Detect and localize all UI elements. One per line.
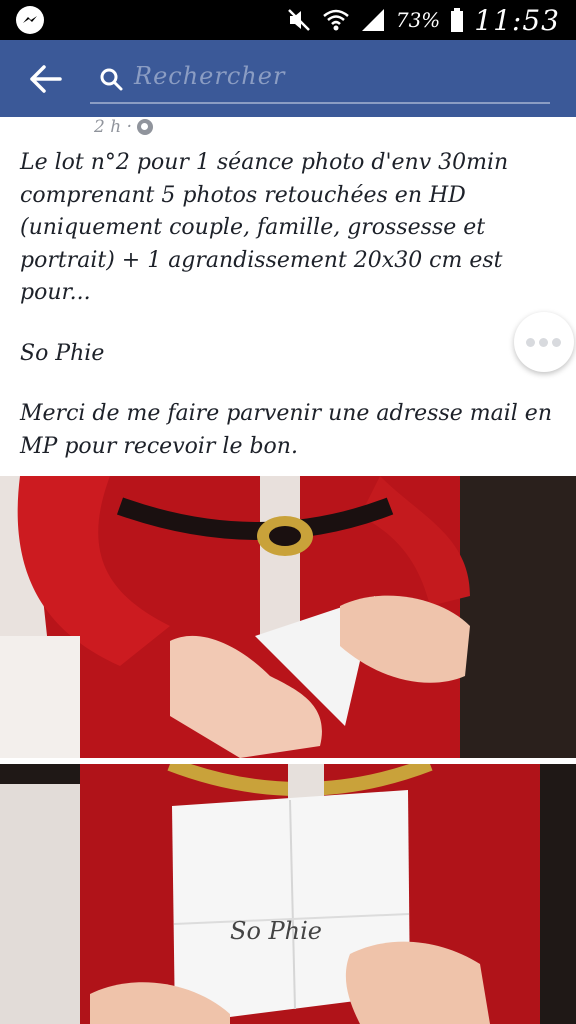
globe-icon — [136, 119, 153, 135]
photo-note-text: So Phie — [230, 917, 322, 945]
post-card: 2 h · Le lot n°2 pour 1 séance photo d'e… — [0, 117, 576, 476]
search-placeholder: Rechercher — [134, 62, 286, 90]
signal-icon — [361, 9, 384, 31]
battery-percent: 73% — [395, 8, 441, 32]
more-options-button[interactable] — [514, 312, 574, 372]
post-paragraph-3: Merci de me faire parvenir une adresse m… — [20, 401, 552, 459]
battery-icon — [451, 8, 464, 32]
wifi-icon — [323, 9, 349, 31]
app-bar: Rechercher — [0, 40, 576, 117]
post-paragraph-1: Le lot n°2 pour 1 séance photo d'env 30m… — [20, 150, 509, 305]
status-bar: 73% 11:53 — [0, 0, 576, 40]
post-text: Le lot n°2 pour 1 séance photo d'env 30m… — [20, 147, 560, 463]
search-icon — [100, 68, 123, 91]
post-timestamp: 2 h · — [94, 117, 132, 137]
mute-icon — [287, 9, 310, 31]
post-photo-1[interactable] — [0, 476, 576, 758]
clock: 11:53 — [474, 3, 560, 37]
post-photo-2[interactable]: So Phie — [0, 764, 576, 1024]
search-input[interactable]: Rechercher — [90, 56, 550, 104]
back-arrow-icon[interactable] — [26, 62, 66, 96]
photo-2-image: So Phie — [0, 764, 576, 1024]
photo-1-image — [0, 476, 576, 758]
messenger-icon — [16, 6, 44, 34]
post-paragraph-2: So Phie — [20, 340, 105, 366]
post-meta: 2 h · — [94, 117, 153, 137]
